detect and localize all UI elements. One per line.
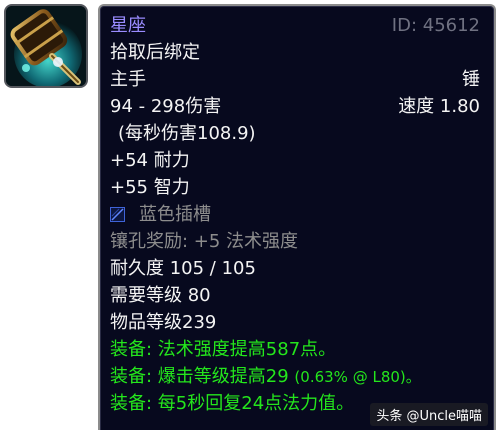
required-level-text: 需要等级 80: [110, 285, 211, 306]
binding-text: 拾取后绑定: [110, 42, 200, 63]
slot-row: 主手 锤: [110, 66, 484, 93]
watermark: 头条 @Uncle喵喵: [370, 403, 488, 426]
equip-crit-row: 装备: 爆击等级提高29 (0.63% @ L80)。: [110, 363, 484, 390]
intellect-stat: +55 智力: [110, 177, 190, 198]
item-name-row: 星座 ID: 45612: [110, 12, 484, 39]
item-level-text: 物品等级239: [110, 312, 217, 333]
equip-crit-percent: (0.63% @ L80)。: [294, 368, 421, 386]
socket-row: 蓝色插槽: [110, 201, 484, 228]
weapon-type-text: 锤: [462, 69, 480, 90]
speed-text: 速度 1.80: [398, 96, 480, 117]
damage-text: 94 - 298伤害: [110, 96, 222, 117]
item-id: ID: 45612: [391, 15, 480, 36]
equip-crit-text: 装备: 爆击等级提高29: [110, 366, 295, 387]
dps-text: (每秒伤害108.9): [118, 123, 256, 144]
item-tooltip-screen: 星座 ID: 45612 拾取后绑定 主手 锤 94 - 298伤害 速度 1.…: [0, 0, 500, 430]
stamina-stat: +54 耐力: [110, 150, 190, 171]
socket-label: 蓝色插槽: [139, 204, 211, 225]
equip-spellpower-text: 装备: 法术强度提高587点。: [110, 339, 337, 360]
blue-socket-icon: [110, 203, 125, 222]
damage-row: 94 - 298伤害 速度 1.80: [110, 93, 484, 120]
socket-bonus-text: 镶孔奖励: +5 法术强度: [110, 231, 299, 252]
durability-text: 耐久度 105 / 105: [110, 258, 256, 279]
item-tooltip: 星座 ID: 45612 拾取后绑定 主手 锤 94 - 298伤害 速度 1.…: [98, 4, 496, 430]
slot-text: 主手: [110, 69, 146, 90]
item-name: 星座: [110, 15, 146, 36]
mace-icon[interactable]: [4, 4, 88, 88]
